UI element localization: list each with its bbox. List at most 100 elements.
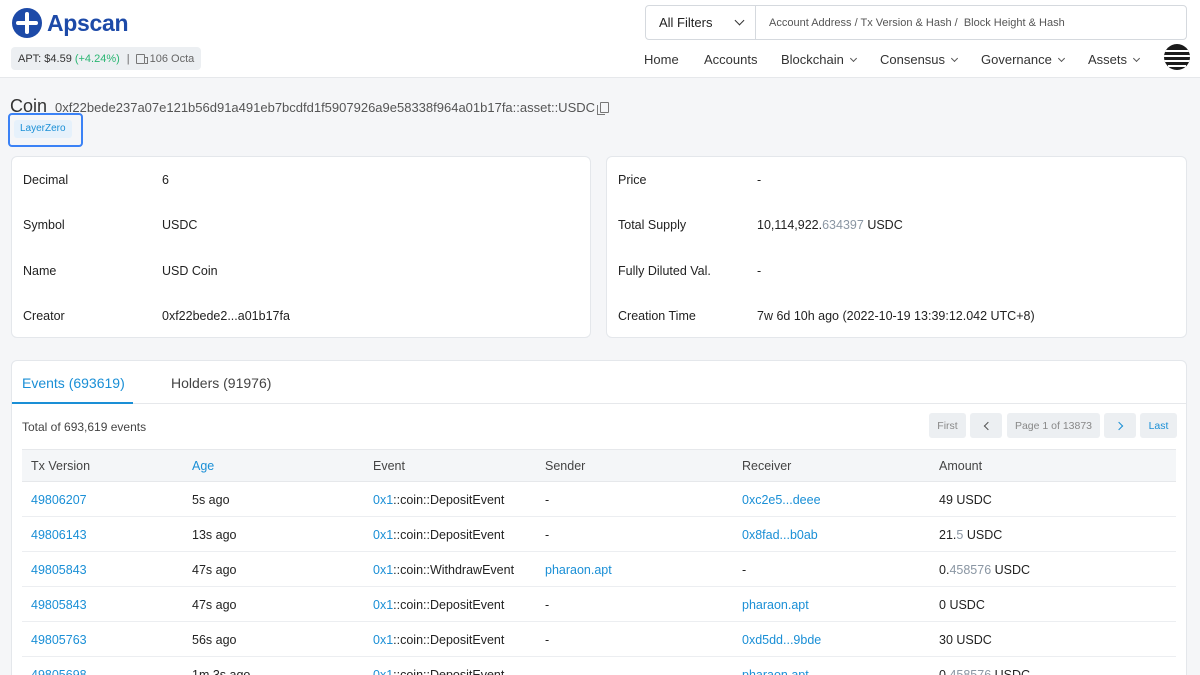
apscan-logo-icon	[12, 8, 42, 38]
pager-prev-button[interactable]	[970, 413, 1002, 438]
nav-blockchain[interactable]: Blockchain	[781, 52, 857, 67]
amount-integer: 49	[939, 493, 953, 507]
module-address-link[interactable]: 0x1	[373, 633, 393, 647]
amount-unit: USDC	[956, 633, 992, 647]
supply-unit: USDC	[867, 218, 903, 232]
receiver-link[interactable]: 0xd5dd...9bde	[742, 633, 821, 647]
column-header-sender: Sender	[545, 459, 586, 473]
pager-first-button[interactable]: First	[929, 413, 966, 438]
event-name: ::coin::WithdrawEvent	[393, 563, 515, 577]
coin-tag[interactable]: LayerZero	[14, 120, 72, 138]
supply-integer: 10,114,922.	[757, 218, 823, 232]
detail-label: Decimal	[23, 173, 69, 187]
event-type: 0x1::coin::DepositEvent	[373, 598, 504, 612]
coin-address: 0xf22bede237a07e121b56d91a491eb7bcdfd1f5…	[55, 100, 596, 115]
table-row: 49806207 5s ago 0x1::coin::DepositEvent - 0x…	[22, 482, 1176, 517]
table-row: 49805843 47s ago 0x1::coin::WithdrawEvent p…	[22, 552, 1176, 587]
nav-accounts[interactable]: Accounts	[704, 52, 757, 67]
detail-value: USD Coin	[162, 264, 218, 278]
sender-empty: -	[545, 598, 550, 612]
amount-unit: USDC	[949, 598, 985, 612]
table-row: 49806143 13s ago 0x1::coin::DepositEvent - 0…	[22, 517, 1176, 552]
nav-home-label: Home	[644, 52, 679, 67]
tx-version-link[interactable]: 49805843	[31, 563, 87, 577]
chevron-down-icon	[734, 15, 745, 26]
nav-assets-label: Assets	[1088, 52, 1128, 67]
event-age: 1m 3s ago	[192, 668, 251, 675]
nav-assets[interactable]: Assets	[1088, 52, 1141, 67]
receiver-link[interactable]: pharaon.apt	[742, 598, 809, 612]
event-type: 0x1::coin::DepositEvent	[373, 668, 504, 675]
tx-version-link[interactable]: 49806207	[31, 493, 87, 507]
globe-menu-icon[interactable]	[1164, 44, 1190, 70]
module-address-link[interactable]: 0x1	[373, 493, 393, 507]
receiver-link[interactable]: 0xc2e5...deee	[742, 493, 821, 507]
tx-version-link[interactable]: 49805763	[31, 633, 87, 647]
tab-bar: Events (693619) Holders (91976)	[12, 361, 1186, 404]
nav-home[interactable]: Home	[644, 52, 679, 67]
table-row: 49805843 47s ago 0x1::coin::DepositEvent - p…	[22, 587, 1176, 622]
amount-fraction: 458576	[949, 563, 992, 577]
column-header-age[interactable]: Age	[192, 459, 214, 473]
copy-icon[interactable]	[597, 102, 610, 115]
receiver-link[interactable]: pharaon.apt	[742, 668, 809, 675]
event-name: ::coin::DepositEvent	[393, 493, 505, 507]
sender-empty: -	[545, 493, 550, 507]
active-tab-indicator	[12, 402, 133, 404]
detail-value: -	[757, 173, 762, 187]
nav-consensus-label: Consensus	[880, 52, 946, 67]
chevron-down-icon	[849, 54, 857, 62]
column-header-tx-version: Tx Version	[31, 459, 91, 473]
module-address-link[interactable]: 0x1	[373, 528, 393, 542]
event-age: 47s ago	[192, 563, 237, 577]
amount-integer: 0.	[939, 563, 950, 577]
tab-events[interactable]: Events (693619)	[22, 375, 125, 391]
sender-link[interactable]: pharaon.apt	[545, 563, 612, 577]
tx-version-link[interactable]: 49805843	[31, 598, 87, 612]
event-type: 0x1::coin::DepositEvent	[373, 493, 504, 507]
coin-title: Coin 0xf22bede237a07e121b56d91a491eb7bcd…	[10, 96, 610, 117]
event-type: 0x1::coin::DepositEvent	[373, 633, 504, 647]
chevron-down-icon	[951, 54, 959, 62]
event-amount: 49 USDC	[939, 493, 992, 507]
module-address-link[interactable]: 0x1	[373, 598, 393, 612]
module-address-link[interactable]: 0x1	[373, 563, 393, 577]
nav-governance[interactable]: Governance	[981, 52, 1065, 67]
nav-governance-label: Governance	[981, 52, 1052, 67]
coin-details-card: Decimal 6 Symbol USDC Name USD Coin Crea…	[11, 156, 591, 338]
chevron-left-icon	[983, 421, 992, 430]
event-name: ::coin::DepositEvent	[393, 528, 505, 542]
module-address-link[interactable]: 0x1	[373, 668, 393, 675]
brand-logo[interactable]: Apscan	[12, 8, 129, 38]
receiver-empty: -	[742, 563, 747, 577]
table-row: 49805698 1m 3s ago 0x1::coin::DepositEvent…	[22, 657, 1176, 675]
pager-last-button[interactable]: Last	[1140, 413, 1177, 438]
event-type: 0x1::coin::DepositEvent	[373, 528, 504, 542]
tx-version-link[interactable]: 49806143	[31, 528, 87, 542]
receiver-link[interactable]: 0x8fad...b0ab	[742, 528, 818, 542]
amount-integer: 30	[939, 633, 953, 647]
nav-consensus[interactable]: Consensus	[880, 52, 959, 67]
chevron-down-icon	[1057, 54, 1065, 62]
creator-link[interactable]: 0xf22bede2...a01b17fa	[162, 309, 290, 323]
amount-integer: 0.	[939, 668, 950, 675]
event-name: ::coin::DepositEvent	[393, 668, 505, 675]
tx-version-link[interactable]: 49805698	[31, 668, 87, 675]
event-type: 0x1::coin::WithdrawEvent	[373, 563, 514, 577]
column-header-amount: Amount	[939, 459, 983, 473]
detail-label: Name	[23, 264, 57, 278]
event-age: 13s ago	[192, 528, 237, 542]
amount-fraction: 458576	[949, 668, 992, 675]
detail-label: Total Supply	[618, 218, 687, 232]
pager-next-button[interactable]	[1104, 413, 1136, 438]
search-bar: All Filters	[645, 5, 1187, 40]
sender-empty: -	[545, 668, 550, 675]
brand-name: Apscan	[47, 9, 129, 36]
amount-unit: USDC	[966, 528, 1003, 542]
tab-holders[interactable]: Holders (91976)	[171, 375, 271, 391]
table-row: 49805763 56s ago 0x1::coin::DepositEvent - 0…	[22, 622, 1176, 657]
chevron-right-icon	[1114, 421, 1123, 430]
search-input[interactable]	[756, 6, 1186, 39]
supply-fraction: 634397	[822, 218, 864, 232]
search-filter-select[interactable]: All Filters	[646, 6, 756, 39]
